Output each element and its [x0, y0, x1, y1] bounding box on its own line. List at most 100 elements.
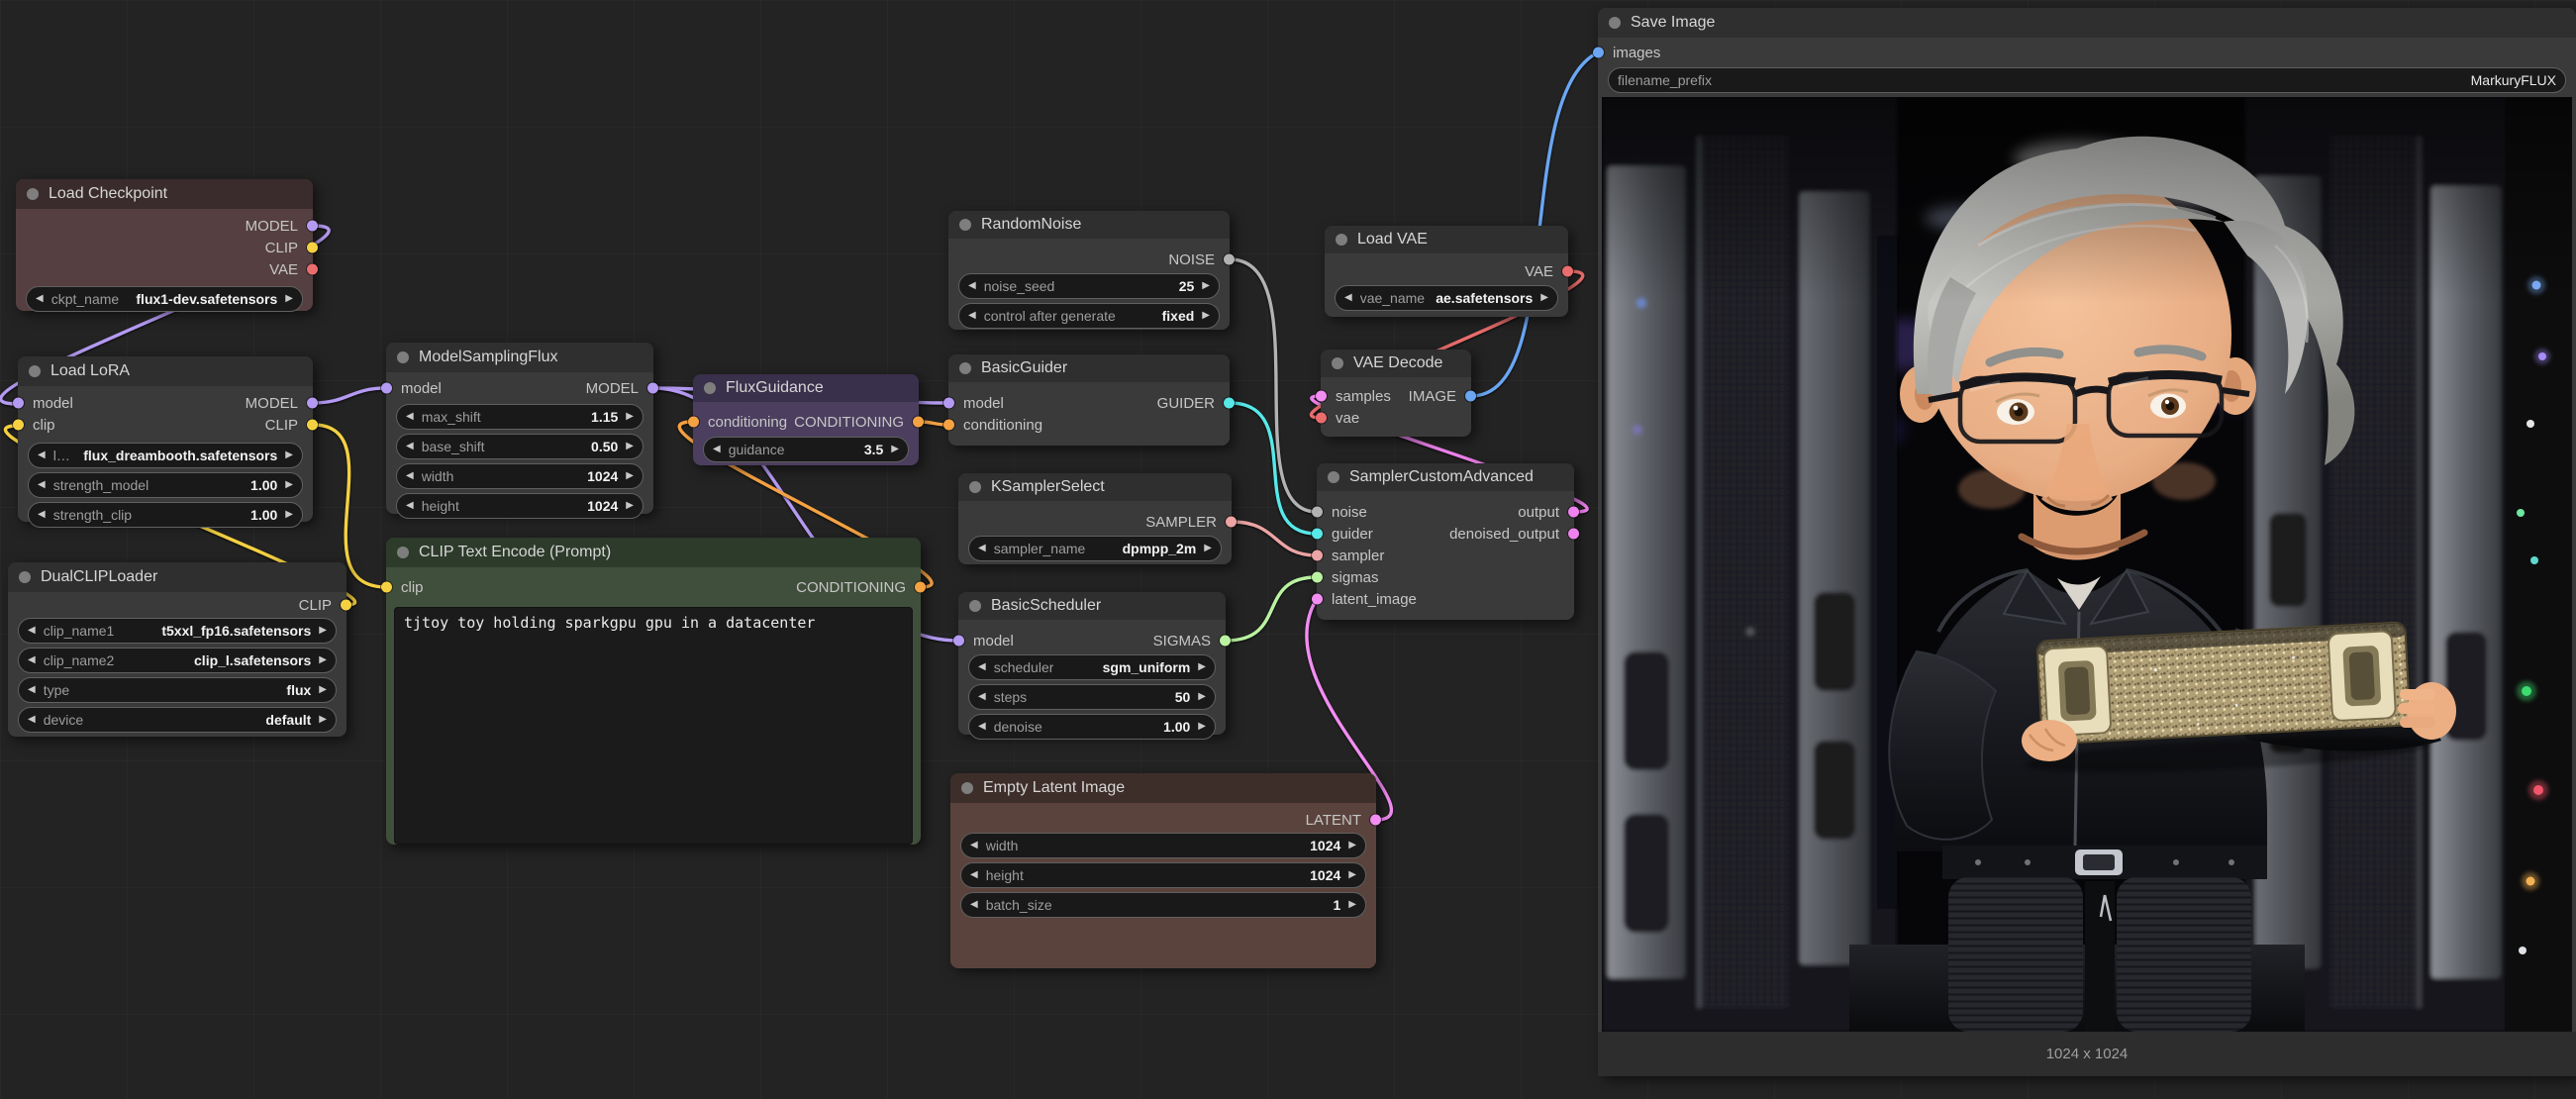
noise-output-port[interactable] — [1224, 254, 1235, 265]
vae-input-port[interactable] — [1316, 413, 1327, 424]
left-arrow-icon[interactable]: ◀ — [406, 412, 414, 422]
collapse-dot-icon[interactable] — [1328, 471, 1339, 483]
ckpt-name-widget[interactable]: ◀ ckpt_name flux1-dev.safetensors ▶ — [26, 286, 303, 312]
clip-input-port[interactable] — [13, 420, 24, 431]
right-arrow-icon[interactable]: ▶ — [319, 715, 327, 725]
conditioning-output-port[interactable] — [913, 417, 924, 428]
right-arrow-icon[interactable]: ▶ — [1348, 870, 1356, 880]
conditioning-output-port[interactable] — [915, 582, 926, 593]
right-arrow-icon[interactable]: ▶ — [626, 442, 634, 451]
model-input-port[interactable] — [381, 383, 392, 394]
collapse-dot-icon[interactable] — [397, 351, 409, 363]
node-header[interactable]: Load VAE — [1325, 226, 1568, 253]
node-header[interactable]: Save Image — [1598, 8, 2576, 38]
left-arrow-icon[interactable]: ◀ — [1344, 293, 1352, 303]
device-widget[interactable]: ◀ device default ▶ — [18, 707, 337, 733]
right-arrow-icon[interactable]: ▶ — [1348, 900, 1356, 910]
collapse-dot-icon[interactable] — [1609, 17, 1621, 29]
node-dual-clip-loader[interactable]: DualCLIPLoader CLIP ◀ clip_name1 t5xxl_f… — [8, 562, 347, 737]
left-arrow-icon[interactable]: ◀ — [978, 662, 986, 672]
collapse-dot-icon[interactable] — [969, 481, 981, 493]
node-header[interactable]: BasicScheduler — [958, 592, 1226, 620]
lora-name-widget[interactable]: ◀ lor ... flux_dreambooth.safetensors ▶ — [28, 443, 303, 468]
right-arrow-icon[interactable]: ▶ — [626, 471, 634, 481]
model-input-port[interactable] — [953, 636, 964, 647]
width-widget[interactable]: ◀ width 1024 ▶ — [396, 463, 644, 489]
sampler-input-port[interactable] — [1312, 550, 1323, 561]
base-shift-widget[interactable]: ◀ base_shift 0.50 ▶ — [396, 434, 644, 459]
control-after-generate-widget[interactable]: ◀ control after generate fixed ▶ — [958, 303, 1220, 329]
scheduler-widget[interactable]: ◀ scheduler sgm_uniform ▶ — [968, 654, 1216, 680]
right-arrow-icon[interactable]: ▶ — [285, 450, 293, 460]
right-arrow-icon[interactable]: ▶ — [1348, 841, 1356, 850]
left-arrow-icon[interactable]: ◀ — [38, 480, 46, 490]
right-arrow-icon[interactable]: ▶ — [626, 501, 634, 511]
right-arrow-icon[interactable]: ▶ — [319, 685, 327, 695]
model-output-port[interactable] — [307, 398, 318, 409]
vae-output-port[interactable] — [307, 264, 318, 275]
image-output-port[interactable] — [1465, 391, 1476, 402]
node-flux-guidance[interactable]: FluxGuidance conditioning CONDITIONING ◀… — [693, 374, 919, 465]
right-arrow-icon[interactable]: ▶ — [319, 626, 327, 636]
node-header[interactable]: CLIP Text Encode (Prompt) — [386, 538, 921, 567]
clip-input-port[interactable] — [381, 582, 392, 593]
left-arrow-icon[interactable]: ◀ — [978, 544, 986, 553]
left-arrow-icon[interactable]: ◀ — [38, 450, 46, 460]
collapse-dot-icon[interactable] — [959, 219, 971, 231]
sigmas-input-port[interactable] — [1312, 572, 1323, 583]
right-arrow-icon[interactable]: ▶ — [1198, 692, 1206, 702]
collapse-dot-icon[interactable] — [969, 600, 981, 612]
left-arrow-icon[interactable]: ◀ — [36, 294, 44, 304]
node-header[interactable]: FluxGuidance — [693, 374, 919, 402]
left-arrow-icon[interactable]: ◀ — [968, 281, 976, 291]
left-arrow-icon[interactable]: ◀ — [28, 655, 36, 665]
node-header[interactable]: Load Checkpoint — [16, 179, 313, 209]
clip-output-port[interactable] — [341, 600, 351, 611]
left-arrow-icon[interactable]: ◀ — [970, 870, 978, 880]
node-random-noise[interactable]: RandomNoise NOISE ◀ noise_seed 25 ▶ ◀ co… — [948, 211, 1230, 330]
prompt-textarea[interactable]: tjtoy toy holding sparkgpu gpu in a data… — [394, 607, 913, 845]
left-arrow-icon[interactable]: ◀ — [406, 501, 414, 511]
collapse-dot-icon[interactable] — [19, 571, 31, 583]
right-arrow-icon[interactable]: ▶ — [1202, 311, 1210, 321]
sigmas-output-port[interactable] — [1220, 636, 1231, 647]
node-vae-decode[interactable]: VAE Decode samples IMAGE vae — [1321, 350, 1471, 437]
clip-output-port[interactable] — [307, 243, 318, 253]
right-arrow-icon[interactable]: ▶ — [626, 412, 634, 422]
left-arrow-icon[interactable]: ◀ — [978, 692, 986, 702]
sampler-name-widget[interactable]: ◀ sampler_name dpmpp_2m ▶ — [968, 536, 1222, 561]
node-header[interactable]: BasicGuider — [948, 354, 1230, 382]
collapse-dot-icon[interactable] — [704, 382, 716, 394]
node-model-sampling-flux[interactable]: ModelSamplingFlux model MODEL ◀ max_shif… — [386, 343, 653, 514]
model-output-port[interactable] — [647, 383, 658, 394]
left-arrow-icon[interactable]: ◀ — [406, 442, 414, 451]
clip-name1-widget[interactable]: ◀ clip_name1 t5xxl_fp16.safetensors ▶ — [18, 618, 337, 644]
node-load-vae[interactable]: Load VAE VAE ◀ vae_name ae.safetensors ▶ — [1325, 226, 1568, 317]
right-arrow-icon[interactable]: ▶ — [1202, 281, 1210, 291]
right-arrow-icon[interactable]: ▶ — [285, 480, 293, 490]
collapse-dot-icon[interactable] — [29, 365, 41, 377]
right-arrow-icon[interactable]: ▶ — [1204, 544, 1212, 553]
collapse-dot-icon[interactable] — [959, 362, 971, 374]
sampler-output-port[interactable] — [1226, 517, 1237, 528]
height-widget[interactable]: ◀ height 1024 ▶ — [396, 493, 644, 519]
batch-size-widget[interactable]: ◀ batch_size 1 ▶ — [960, 892, 1366, 918]
collapse-dot-icon[interactable] — [397, 547, 409, 558]
node-header[interactable]: ModelSamplingFlux — [386, 343, 653, 372]
max-shift-widget[interactable]: ◀ max_shift 1.15 ▶ — [396, 404, 644, 430]
node-header[interactable]: Load LoRA — [18, 356, 313, 386]
node-graph-canvas[interactable]: Load Checkpoint MODEL CLIP VAE ◀ ckpt_na… — [0, 0, 2576, 1099]
collapse-dot-icon[interactable] — [27, 188, 39, 200]
denoise-widget[interactable]: ◀ denoise 1.00 ▶ — [968, 714, 1216, 740]
left-arrow-icon[interactable]: ◀ — [970, 841, 978, 850]
left-arrow-icon[interactable]: ◀ — [406, 471, 414, 481]
node-header[interactable]: KSamplerSelect — [958, 473, 1232, 501]
model-output-port[interactable] — [307, 221, 318, 232]
images-input-port[interactable] — [1593, 48, 1604, 58]
right-arrow-icon[interactable]: ▶ — [891, 445, 899, 454]
clip-output-port[interactable] — [307, 420, 318, 431]
left-arrow-icon[interactable]: ◀ — [28, 626, 36, 636]
noise-seed-widget[interactable]: ◀ noise_seed 25 ▶ — [958, 273, 1220, 299]
node-basic-scheduler[interactable]: BasicScheduler model SIGMAS ◀ scheduler … — [958, 592, 1226, 735]
node-sampler-custom-advanced[interactable]: SamplerCustomAdvanced noise output guide… — [1317, 463, 1574, 620]
